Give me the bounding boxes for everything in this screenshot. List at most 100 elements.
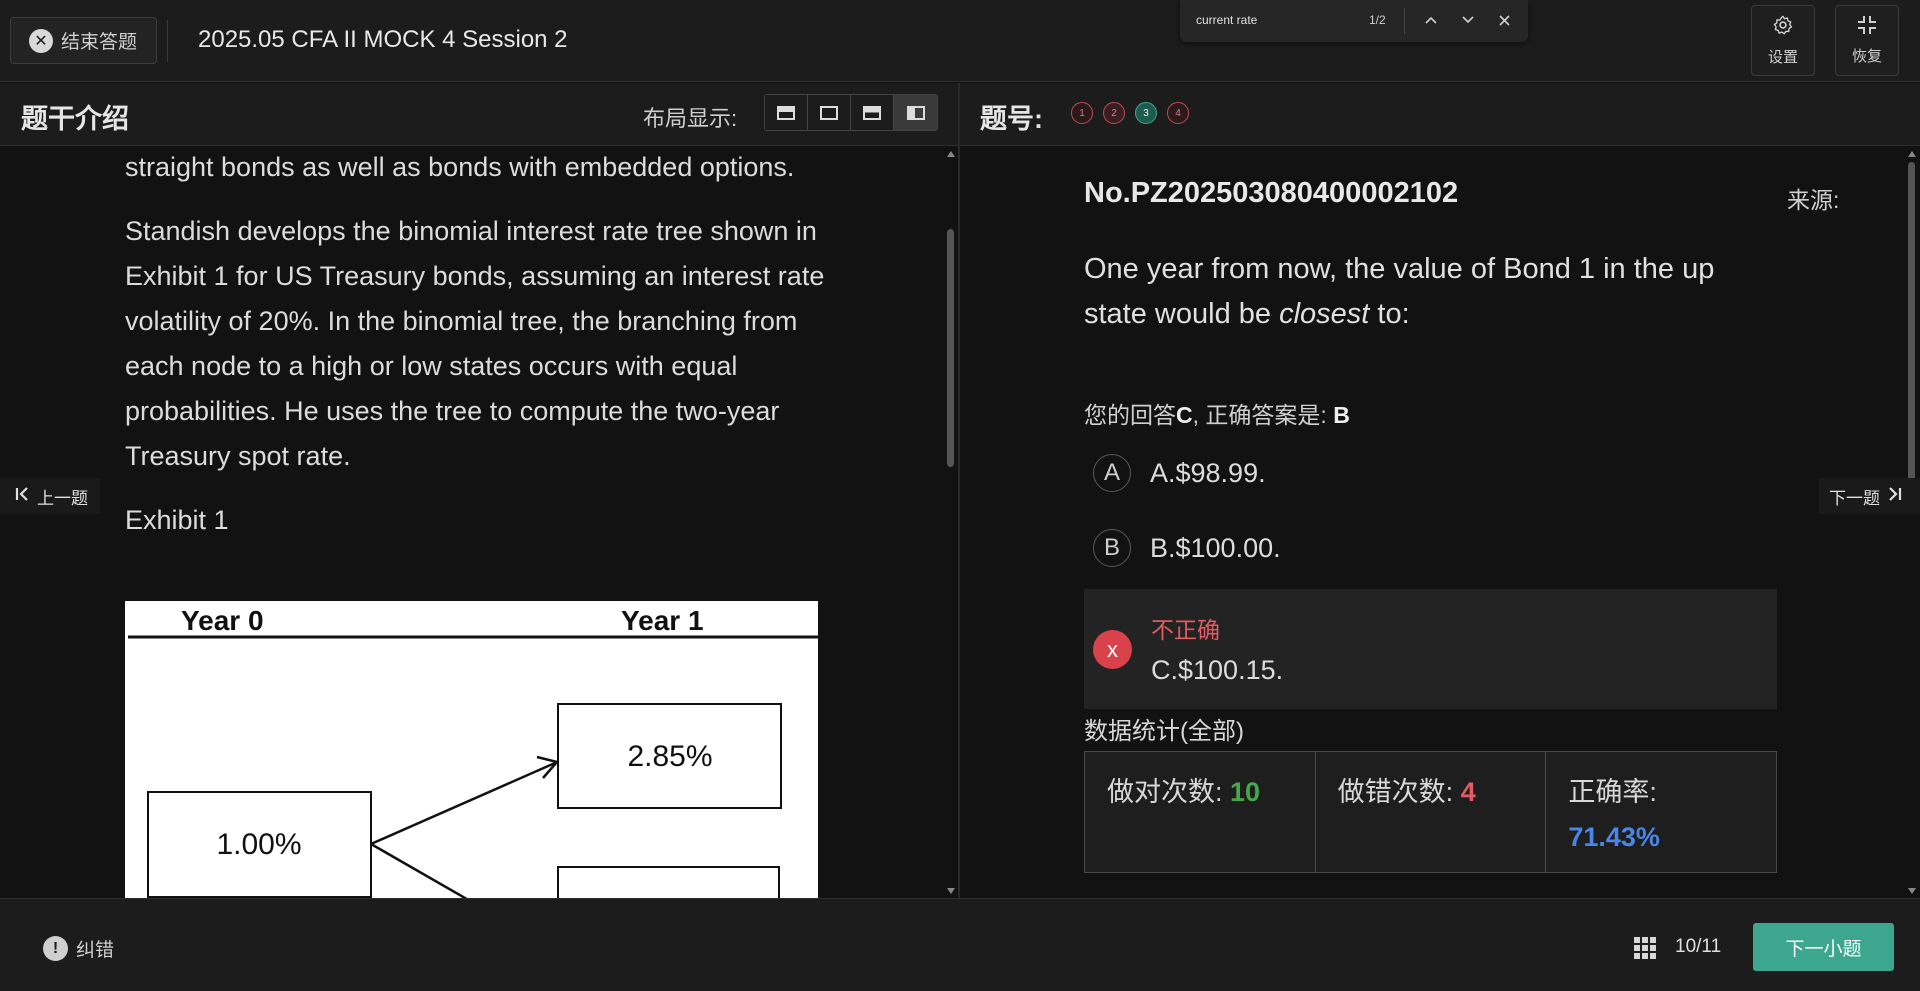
layout-top-bottom-icon (863, 105, 881, 120)
collapse-icon (1857, 15, 1877, 39)
top-bar: ✕ 结束答题 2025.05 CFA II MOCK 4 Session 2 c… (0, 0, 1920, 82)
report-error-label: 纠错 (76, 940, 115, 961)
exhibit-node-root: 1.00% (216, 828, 301, 861)
stem-panel-title: 题干介绍 (21, 104, 129, 134)
exhibit-year0: Year 0 (181, 605, 264, 636)
layout-top-bottom-button[interactable] (851, 95, 894, 130)
end-exam-button[interactable]: ✕ 结束答题 (10, 17, 157, 64)
option-a-letter: A (1093, 454, 1131, 492)
passage-paragraph: Standish develops the binomial interest … (125, 216, 825, 471)
scroll-down-arrow-icon[interactable] (1908, 888, 1916, 894)
find-close-icon[interactable] (1493, 9, 1515, 31)
scroll-down-arrow-icon[interactable] (947, 888, 955, 894)
find-previous-icon[interactable] (1420, 9, 1442, 31)
header-divider (167, 20, 168, 62)
settings-button[interactable]: 设置 (1751, 5, 1815, 76)
question-number-4[interactable]: 4 (1167, 102, 1189, 124)
stats-table: 做对次数: 10 做错次数: 4 正确率: 71.43% (1084, 751, 1777, 873)
question-stem-suffix: to: (1369, 298, 1410, 330)
find-input[interactable]: current rate (1196, 13, 1257, 27)
find-next-icon[interactable] (1457, 9, 1479, 31)
question-stem-emphasis: closest (1279, 298, 1370, 330)
correct-count-label: 做对次数: (1107, 777, 1231, 807)
correct-answer: B (1333, 402, 1350, 428)
user-answer: C (1176, 402, 1193, 428)
layout-side-by-side-icon (906, 105, 925, 120)
stats-rate-cell: 正确率: 71.43% (1546, 752, 1776, 872)
find-divider (1404, 8, 1405, 34)
restore-label: 恢复 (1851, 48, 1882, 65)
passage-paragraph: straight bonds as well as bonds with emb… (125, 152, 795, 182)
layout-single-icon (820, 105, 838, 120)
question-stem: One year from now, the value of Bond 1 i… (1084, 247, 1784, 337)
layout-full-button[interactable] (765, 95, 808, 130)
scroll-up-arrow-icon[interactable] (1908, 151, 1916, 157)
exhibit-year1: Year 1 (621, 605, 704, 636)
option-b-letter: B (1093, 529, 1131, 567)
option-c-text: C.$100.15. (1151, 655, 1284, 685)
incorrect-mark-icon: x (1093, 630, 1132, 669)
incorrect-label: 不正确 (1151, 617, 1220, 643)
question-id: No.PZ202503080400002102 (1084, 177, 1459, 209)
previous-question-button[interactable]: 上一题 (0, 478, 100, 514)
stats-correct-cell: 做对次数: 10 (1085, 752, 1316, 872)
accuracy-label: 正确率: (1568, 777, 1657, 807)
stem-scroll-thumb[interactable] (947, 229, 954, 467)
end-exam-label: 结束答题 (61, 32, 138, 53)
find-match-count: 1/2 (1369, 13, 1386, 27)
next-icon (1886, 486, 1902, 506)
layout-single-button[interactable] (808, 95, 851, 130)
close-circle-icon: ✕ (29, 28, 53, 53)
accuracy-value: 71.43% (1568, 822, 1660, 852)
scroll-up-arrow-icon[interactable] (947, 151, 955, 157)
layout-full-icon (777, 105, 795, 120)
exam-title: 2025.05 CFA II MOCK 4 Session 2 (198, 26, 568, 53)
exhibit-image: Year 0 Year 1 1.00% 2.85% (125, 601, 818, 898)
report-error-button[interactable]: ! 纠错 (43, 935, 114, 962)
wrong-count-value: 4 (1460, 777, 1476, 807)
source-label: 来源: (1787, 187, 1840, 213)
footer-bar: ! 纠错 10/11 下一小题 (0, 898, 1920, 991)
question-scrollbar[interactable] (1906, 147, 1918, 898)
layout-switcher (764, 94, 938, 131)
option-a[interactable]: A A.$98.99. (1084, 454, 1777, 492)
next-subquestion-button[interactable]: 下一小题 (1753, 923, 1894, 971)
stem-panel-header: 题干介绍 布局显示: (0, 83, 958, 146)
question-progress: 10/11 (1675, 936, 1722, 957)
restore-button[interactable]: 恢复 (1835, 5, 1899, 76)
option-b[interactable]: B B.$100.00. (1084, 529, 1777, 567)
previous-icon (15, 486, 31, 506)
answer-middle: , 正确答案是: (1192, 402, 1334, 428)
exhibit-node-up: 2.85% (627, 740, 712, 773)
exhibit-label: Exhibit 1 (125, 505, 229, 535)
wrong-count-label: 做错次数: (1337, 777, 1461, 807)
stem-scrollbar[interactable] (945, 147, 957, 898)
question-scroll-thumb[interactable] (1908, 162, 1915, 489)
previous-label: 上一题 (37, 488, 88, 508)
stem-content: straight bonds as well as bonds with emb… (0, 147, 958, 898)
question-number-label: 题号: (980, 104, 1043, 134)
next-question-button[interactable]: 下一题 (1819, 478, 1920, 514)
question-number-list: 1 2 3 4 (1071, 102, 1189, 124)
stem-passage: straight bonds as well as bonds with emb… (125, 147, 825, 562)
layout-side-by-side-button[interactable] (894, 95, 937, 130)
question-grid-icon[interactable] (1634, 937, 1656, 959)
option-c[interactable]: x 不正确 C.$100.15. (1084, 589, 1777, 709)
answer-summary: 您的回答C, 正确答案是: B (1084, 396, 1350, 430)
question-number-1[interactable]: 1 (1071, 102, 1093, 124)
exclamation-icon: ! (43, 936, 68, 961)
find-bar: current rate 1/2 (1180, 0, 1528, 42)
option-b-text: B.$100.00. (1150, 532, 1281, 563)
gear-icon (1772, 14, 1794, 40)
question-number-3[interactable]: 3 (1135, 102, 1157, 124)
stats-wrong-cell: 做错次数: 4 (1316, 752, 1547, 872)
question-panel-header: 题号: 1 2 3 4 (960, 83, 1920, 146)
stats-title: 数据统计(全部) (1084, 718, 1244, 745)
answer-prefix: 您的回答 (1084, 402, 1176, 428)
option-a-text: A.$98.99. (1150, 457, 1266, 488)
question-number-2[interactable]: 2 (1103, 102, 1125, 124)
layout-label: 布局显示: (643, 106, 738, 131)
settings-label: 设置 (1767, 49, 1798, 66)
question-content: No.PZ202503080400002102 来源: One year fro… (960, 147, 1908, 898)
correct-count-value: 10 (1230, 777, 1261, 807)
